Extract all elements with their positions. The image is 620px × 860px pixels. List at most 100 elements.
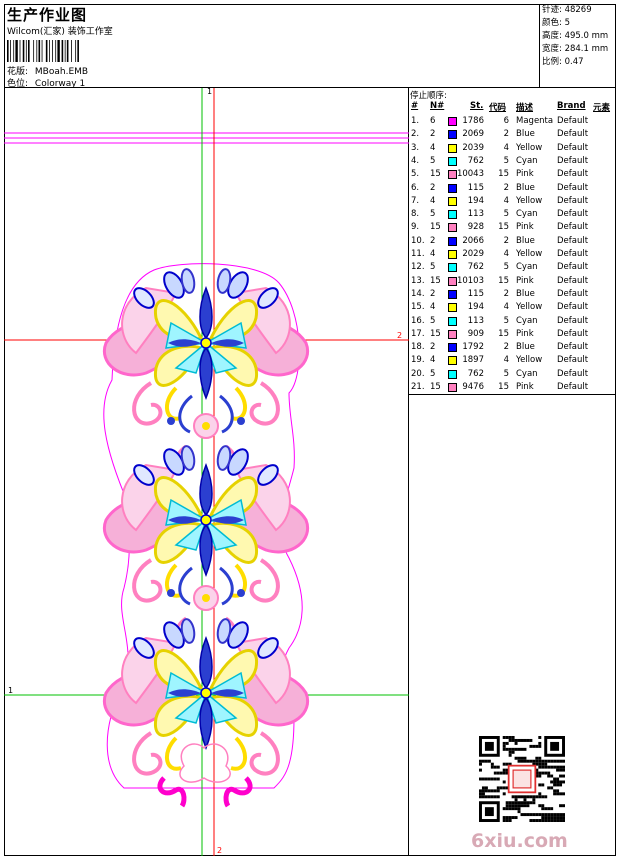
row-index: 2. <box>411 129 420 140</box>
color-swatch <box>448 223 457 233</box>
stop-row: 16. 5 113 5 Cyan Default <box>410 315 615 328</box>
watermark: 6xiu.com <box>471 830 568 852</box>
row-index: 15. <box>411 302 425 313</box>
sheet-title: 生产作业图 <box>7 6 88 24</box>
row-index: 7. <box>411 195 420 206</box>
row-stitches: 194 <box>467 195 484 206</box>
stop-row: 13. 15 10103 15 Pink Default <box>410 275 615 288</box>
row-index: 11. <box>411 249 425 259</box>
row-desc: Cyan <box>516 368 538 379</box>
row-code: 5 <box>503 209 509 220</box>
col-stitches: St. <box>470 101 484 111</box>
row-brand: Default <box>557 368 589 379</box>
row-index: 21. <box>411 382 425 392</box>
color-swatch <box>448 236 457 246</box>
stop-row: 11. 4 2029 4 Yellow Default <box>410 248 615 261</box>
stop-row: 2. 2 2069 2 Blue Default <box>410 128 615 141</box>
color-swatch <box>448 303 457 313</box>
color-swatch <box>448 329 457 339</box>
color-swatch <box>448 210 457 220</box>
stop-row: 6. 2 115 2 Blue Default <box>410 182 615 195</box>
row-brand: Default <box>557 262 589 273</box>
row-code: 6 <box>503 116 509 126</box>
row-code: 4 <box>503 195 509 206</box>
color-swatch <box>448 289 457 299</box>
design-specs: 针迹: 48269 颜色: 5 高度: 495.0 mm 宽度: 284.1 m… <box>540 4 616 88</box>
spec-scale: 比例: 0.47 <box>542 57 584 67</box>
col-element: 元素 <box>593 103 611 113</box>
row-index: 3. <box>411 142 420 153</box>
sheet-subtitle: Wilcom(汇家) 装饰工作室 <box>7 27 113 37</box>
guide-label-top: 1 <box>207 87 213 96</box>
row-desc: Yellow <box>516 249 543 259</box>
row-index: 18. <box>411 342 425 353</box>
row-brand: Default <box>557 142 589 153</box>
row-brand: Default <box>557 249 589 259</box>
stop-row: 18. 2 1792 2 Blue Default <box>410 341 615 354</box>
color-swatch <box>448 276 457 286</box>
row-stitches: 194 <box>467 302 484 313</box>
guide-label-right: 2 <box>397 331 403 340</box>
col-needle: N# <box>430 101 445 111</box>
stop-row: 5. 15 10043 15 Pink Default <box>410 168 615 181</box>
design-preview: 1 2 1 2 <box>4 87 409 856</box>
row-brand: Default <box>557 275 589 286</box>
row-index: 10. <box>411 235 425 246</box>
barcode <box>7 40 79 62</box>
row-needle: 5 <box>430 209 436 220</box>
row-desc: Blue <box>516 235 535 246</box>
row-brand: Default <box>557 209 589 220</box>
row-stitches: 909 <box>467 328 484 339</box>
row-brand: Default <box>557 315 589 326</box>
row-needle: 5 <box>430 155 436 166</box>
spec-colors: 颜色: 5 <box>542 18 570 28</box>
row-stitches: 2029 <box>462 249 484 259</box>
color-swatch <box>448 170 457 180</box>
stop-row: 12. 5 762 5 Cyan Default <box>410 261 615 274</box>
row-stitches: 9476 <box>462 382 484 392</box>
row-code: 4 <box>503 249 509 259</box>
row-desc: Pink <box>516 222 534 233</box>
row-index: 9. <box>411 222 420 233</box>
row-brand: Default <box>557 169 589 180</box>
row-desc: Yellow <box>516 195 543 206</box>
row-needle: 2 <box>430 235 436 246</box>
row-code: 5 <box>503 155 509 166</box>
row-stitches: 115 <box>467 182 484 193</box>
col-code: 代码 <box>489 103 507 113</box>
guide-label-left: 1 <box>8 686 14 695</box>
col-desc: 描述 <box>516 103 534 113</box>
color-swatch <box>448 263 457 273</box>
row-needle: 15 <box>430 328 441 339</box>
row-stitches: 10043 <box>456 169 484 180</box>
qr-code <box>479 736 565 822</box>
row-needle: 4 <box>430 142 436 153</box>
row-brand: Default <box>557 129 589 140</box>
row-needle: 4 <box>430 302 436 313</box>
row-stitches: 2066 <box>462 235 484 246</box>
row-desc: Blue <box>516 182 535 193</box>
stop-row: 15. 4 194 4 Yellow Default <box>410 301 615 314</box>
row-code: 5 <box>503 368 509 379</box>
col-index: # <box>411 101 419 111</box>
header-left: 生产作业图 Wilcom(汇家) 装饰工作室 花版: MBoah.EMB 色位:… <box>4 4 540 89</box>
row-stitches: 928 <box>467 222 484 233</box>
color-swatch <box>448 250 457 259</box>
stop-row: 20. 5 762 5 Cyan Default <box>410 368 615 381</box>
row-brand: Default <box>557 382 589 392</box>
row-desc: Cyan <box>516 209 538 220</box>
row-stitches: 762 <box>467 368 484 379</box>
row-brand: Default <box>557 302 589 313</box>
row-stitches: 1786 <box>462 116 484 126</box>
stop-row: 10. 2 2066 2 Blue Default <box>410 235 615 248</box>
row-index: 16. <box>411 315 425 326</box>
row-brand: Default <box>557 342 589 353</box>
row-brand: Default <box>557 116 589 126</box>
row-code: 15 <box>498 169 509 180</box>
panel-divider <box>409 394 616 395</box>
row-needle: 4 <box>430 355 436 366</box>
row-index: 6. <box>411 182 420 193</box>
row-index: 12. <box>411 262 425 273</box>
color-swatch <box>448 343 457 353</box>
row-index: 5. <box>411 169 420 180</box>
